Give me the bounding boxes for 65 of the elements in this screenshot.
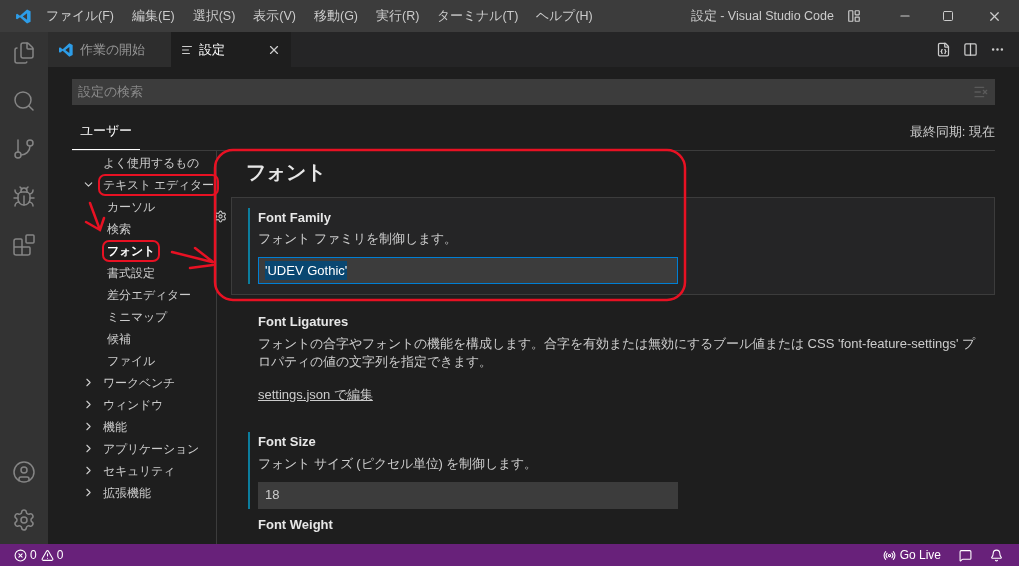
edit-in-json-link[interactable]: settings.json で編集 (258, 384, 373, 404)
bell-icon[interactable] (990, 548, 1003, 562)
toc-item[interactable]: テキスト エディター (98, 173, 220, 196)
toc-item[interactable]: 機能 (98, 415, 132, 438)
setting-title: Font Weight (258, 515, 334, 534)
files-icon[interactable] (12, 41, 36, 65)
toc-item[interactable]: 候補 (102, 327, 136, 350)
scope-tab[interactable]: ユーザー (72, 121, 140, 150)
settings-gear-icon[interactable] (214, 209, 227, 223)
warning-count[interactable]: 0 (56, 546, 64, 564)
error-count[interactable]: 0 (30, 546, 37, 564)
menu-item[interactable]: 編集(E) (131, 6, 175, 26)
split-editor-icon[interactable] (963, 42, 978, 57)
settings-file-icon (181, 43, 193, 56)
window-title: 設定 - Visual Studio Code (690, 7, 834, 25)
editor-tab[interactable]: 設定 (171, 32, 291, 67)
app-logo-icon (15, 7, 32, 25)
open-json-icon[interactable] (936, 42, 951, 57)
broadcast-icon[interactable] (882, 548, 896, 562)
setting-title: Font Family (258, 208, 332, 227)
toc-item[interactable]: 検索 (102, 217, 136, 240)
setting-description: フォント ファミリを制御します。 (258, 230, 458, 248)
toc-item[interactable]: ミニマップ (102, 305, 172, 328)
toc-item[interactable]: ウィンドウ (98, 393, 168, 416)
toc-item[interactable]: アプリケーション (98, 437, 204, 460)
account-icon[interactable] (12, 460, 36, 484)
extensions-icon[interactable] (12, 233, 36, 257)
run-debug-icon[interactable] (12, 185, 36, 209)
setting-title: Font Size (258, 433, 317, 451)
toc-item[interactable]: 拡張機能 (98, 481, 156, 504)
setting-input[interactable]: 'UDEV Gothic' (258, 257, 678, 284)
menu-item[interactable]: ファイル(F) (46, 6, 114, 26)
setting-description: フォントの合字やフォントの機能を構成します。合字を有効または無効にするブール値または CSS 'font-feature-settings' プロパティの値の文字列を指定できます。 (258, 334, 977, 371)
menu-item[interactable]: ヘルプ(H) (536, 6, 593, 26)
setting-description: フォント サイズ (ピクセル単位) を制御します。 (258, 454, 539, 473)
maximize-icon[interactable] (942, 10, 954, 22)
search-icon[interactable] (12, 89, 36, 113)
toc-item[interactable]: フォント (102, 239, 160, 262)
sync-status: 最終同期: 現在 (909, 123, 995, 141)
error-icon[interactable] (14, 548, 27, 562)
toc-item[interactable]: カーソル (102, 195, 160, 218)
toc-item[interactable]: セキュリティ (98, 459, 180, 482)
hand-drawn-arrow (84, 201, 106, 232)
menu-item[interactable]: 実行(R) (376, 6, 420, 26)
section-title: フォント (245, 159, 327, 185)
toc-item[interactable]: 書式設定 (102, 261, 160, 284)
app-logo-icon (58, 41, 74, 58)
feedback-icon[interactable] (959, 548, 972, 562)
editor-tab[interactable]: 作業の開始 (48, 32, 171, 67)
toc-item[interactable]: よく使用するもの (98, 151, 204, 174)
hand-drawn-arrow (170, 246, 215, 270)
setting-input[interactable]: 18 (258, 481, 678, 509)
warning-icon[interactable] (40, 548, 54, 562)
toc-item[interactable]: 差分エディター (102, 283, 196, 306)
setting-title: Font Ligatures (258, 313, 350, 331)
go-live-button[interactable]: Go Live (899, 546, 941, 564)
toc-item[interactable]: ワークベンチ (98, 371, 180, 394)
menu-item[interactable]: 移動(G) (314, 6, 359, 26)
menu-item[interactable]: 表示(V) (253, 6, 296, 26)
layout-icon[interactable] (847, 9, 861, 23)
menu-item[interactable]: 選択(S) (192, 6, 236, 26)
settings-icon[interactable] (12, 508, 36, 532)
source-control-icon[interactable] (12, 137, 36, 161)
toc-item[interactable]: ファイル (102, 349, 160, 372)
menu-item[interactable]: ターミナル(T) (437, 6, 519, 26)
